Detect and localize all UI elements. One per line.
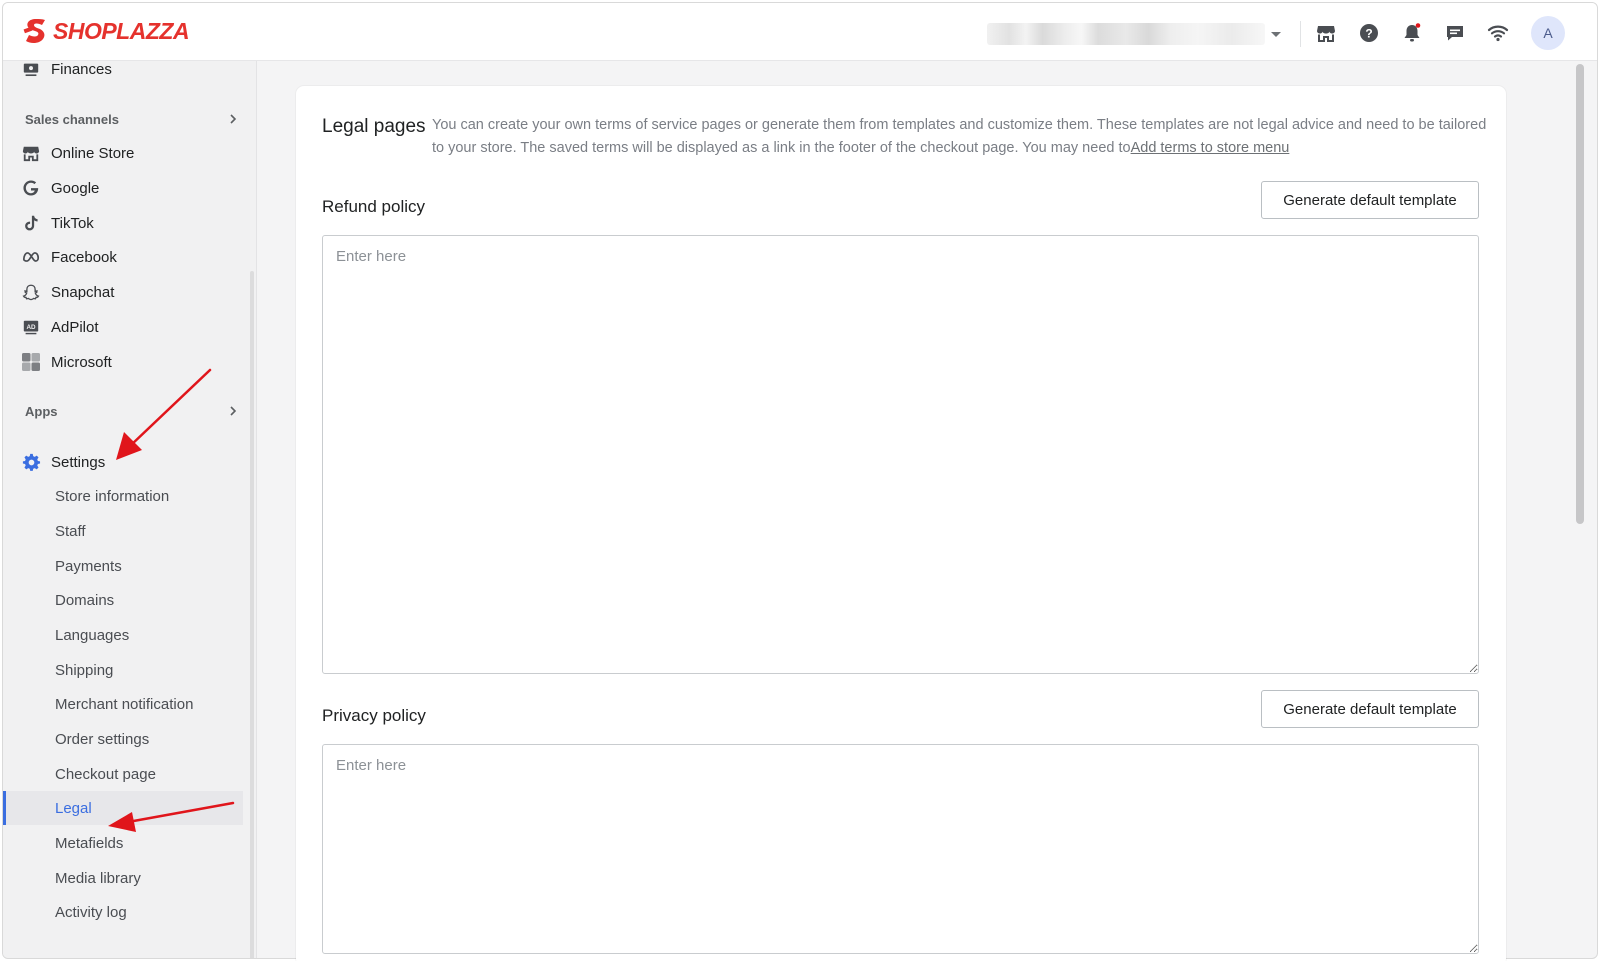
sidebar-subitem-media-library[interactable]: Media library xyxy=(3,861,243,895)
sidebar-item-label: Google xyxy=(51,179,100,197)
shoplazza-logo[interactable]: SHOPLAZZA xyxy=(23,17,190,45)
add-terms-to-store-menu-link[interactable]: Add terms to store menu xyxy=(1131,140,1290,156)
sidebar-item-online-store[interactable]: Online Store xyxy=(21,138,134,168)
sidebar-item-tiktok[interactable]: TikTok xyxy=(21,208,94,238)
sidebar-subitem-metafields[interactable]: Metafields xyxy=(3,826,243,860)
sidebar-item-label: Settings xyxy=(51,453,106,471)
help-icon[interactable]: ? xyxy=(1358,22,1380,44)
sidebar-subitem-activity-log[interactable]: Activity log xyxy=(3,895,243,929)
sidebar-item-settings[interactable]: Settings xyxy=(21,447,105,477)
sidebar-item-label: AdPilot xyxy=(51,318,99,336)
sidebar-item-label: Finances xyxy=(51,60,112,78)
privacy-policy-label: Privacy policy xyxy=(322,706,426,725)
sidebar: Finances Sales channels Online Store Goo… xyxy=(3,61,257,958)
sidebar-item-snapchat[interactable]: Snapchat xyxy=(21,277,114,307)
section-label-apps[interactable]: Apps xyxy=(25,404,58,419)
sidebar-item-label: Microsoft xyxy=(51,353,112,371)
section-label-sales-channels: Sales channels xyxy=(25,112,119,127)
sidebar-subitem-shipping[interactable]: Shipping xyxy=(3,653,243,687)
store-selector[interactable] xyxy=(987,23,1265,45)
store-icon xyxy=(21,143,41,163)
description-text: You can create your own terms of service… xyxy=(432,117,1487,156)
microsoft-icon xyxy=(21,352,41,372)
svg-text:?: ? xyxy=(1365,27,1372,41)
sidebar-scrollbar[interactable] xyxy=(250,271,254,958)
brand-name: SHOPLAZZA xyxy=(53,17,190,44)
page-description: You can create your own terms of service… xyxy=(432,114,1492,160)
chevron-right-icon[interactable] xyxy=(227,405,239,417)
chevron-right-icon[interactable] xyxy=(227,113,239,125)
page-title: Legal pages xyxy=(322,116,426,137)
gear-icon xyxy=(21,452,41,472)
google-icon xyxy=(21,178,41,198)
sidebar-item-adpilot[interactable]: AD AdPilot xyxy=(21,312,99,342)
refund-policy-label: Refund policy xyxy=(322,197,426,216)
sidebar-item-google[interactable]: Google xyxy=(21,173,99,203)
divider xyxy=(1300,21,1301,47)
shoplazza-logo-icon xyxy=(23,19,45,44)
sidebar-item-label: Online Store xyxy=(51,144,135,162)
chat-icon[interactable] xyxy=(1444,22,1466,44)
svg-text:AD: AD xyxy=(26,324,36,331)
tiktok-icon xyxy=(21,213,41,233)
privacy-policy-textarea[interactable] xyxy=(322,744,1479,954)
notification-bell-icon[interactable] xyxy=(1401,22,1423,44)
adpilot-icon: AD xyxy=(21,317,41,337)
sidebar-subitem-store-information[interactable]: Store information xyxy=(3,479,243,513)
sidebar-item-label: Snapchat xyxy=(51,283,115,301)
sidebar-subitem-domains[interactable]: Domains xyxy=(3,583,243,617)
sidebar-subitem-payments[interactable]: Payments xyxy=(3,549,243,583)
sidebar-item-microsoft[interactable]: Microsoft xyxy=(21,347,112,377)
sidebar-subitem-order-settings[interactable]: Order settings xyxy=(3,722,243,756)
sidebar-subitem-checkout-page[interactable]: Checkout page xyxy=(3,757,243,791)
wifi-icon[interactable] xyxy=(1487,22,1509,44)
store-icon[interactable] xyxy=(1315,22,1337,44)
sidebar-item-facebook[interactable]: Facebook xyxy=(21,242,117,272)
finances-icon xyxy=(21,59,41,79)
avatar[interactable]: A xyxy=(1531,16,1565,50)
chevron-down-icon[interactable] xyxy=(1269,27,1283,41)
privacy-generate-template-button[interactable]: Generate default template xyxy=(1261,690,1479,728)
sidebar-item-finances[interactable]: Finances xyxy=(21,54,112,84)
sidebar-subitem-staff[interactable]: Staff xyxy=(3,514,243,548)
sidebar-item-label: TikTok xyxy=(51,214,94,232)
meta-icon xyxy=(21,247,41,267)
sidebar-subitem-merchant-notification[interactable]: Merchant notification xyxy=(3,687,243,721)
refund-policy-textarea[interactable] xyxy=(322,235,1479,674)
refund-generate-template-button[interactable]: Generate default template xyxy=(1261,181,1479,219)
main-scrollbar[interactable] xyxy=(1576,64,1584,524)
sidebar-item-label: Facebook xyxy=(51,248,117,266)
top-bar: SHOPLAZZA ? A xyxy=(3,3,1597,61)
snapchat-icon xyxy=(21,282,41,302)
sidebar-subitem-languages[interactable]: Languages xyxy=(3,618,243,652)
sidebar-subitem-legal[interactable]: Legal xyxy=(3,791,243,825)
